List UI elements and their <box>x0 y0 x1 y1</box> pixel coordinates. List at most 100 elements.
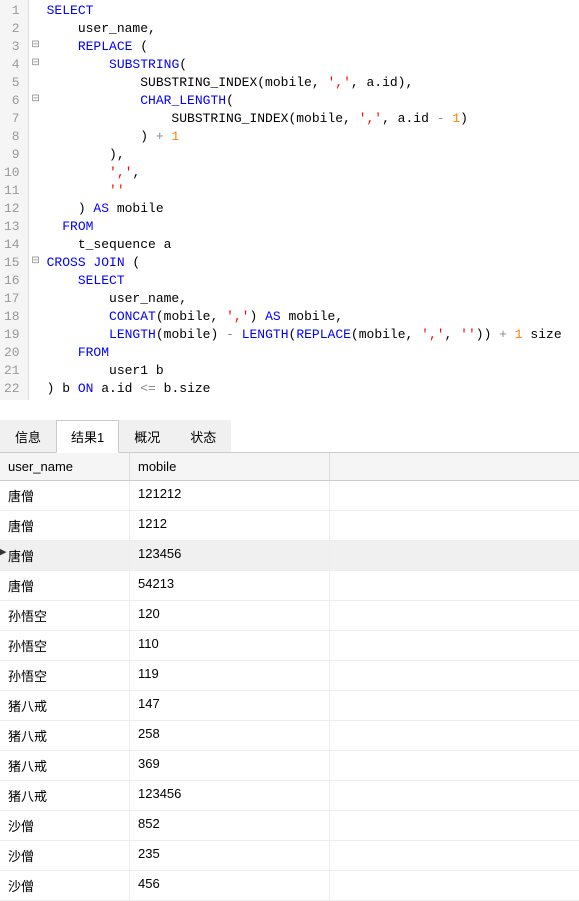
table-row[interactable]: 孙悟空120 <box>0 601 579 631</box>
cell-mobile[interactable]: 369 <box>130 751 330 780</box>
tab-info[interactable]: 信息 <box>0 420 56 452</box>
code-editor[interactable]: 12345678910111213141516171819202122 ⊟⊟⊟⊟… <box>0 0 579 400</box>
fold-icon <box>29 270 43 288</box>
cell-user_name[interactable]: 唐僧 <box>0 481 130 510</box>
tab-result1[interactable]: 结果1 <box>56 420 119 453</box>
cell-mobile[interactable]: 123456 <box>130 541 330 570</box>
table-row[interactable]: 唐僧1212 <box>0 511 579 541</box>
line-gutter: 12345678910111213141516171819202122 <box>0 0 29 400</box>
line-number: 4 <box>4 56 20 74</box>
table-row[interactable]: 孙悟空110 <box>0 631 579 661</box>
fold-icon <box>29 162 43 180</box>
table-row[interactable]: 唐僧54213 <box>0 571 579 601</box>
fold-icon <box>29 378 43 396</box>
cell-mobile[interactable]: 110 <box>130 631 330 660</box>
line-number: 17 <box>4 290 20 308</box>
fold-icon[interactable]: ⊟ <box>29 90 43 108</box>
table-row[interactable]: 沙僧852 <box>0 811 579 841</box>
fold-icon <box>29 198 43 216</box>
cell-user_name[interactable]: 孙悟空 <box>0 631 130 660</box>
table-row[interactable]: 沙僧456 <box>0 871 579 901</box>
fold-icon <box>29 234 43 252</box>
tab-status[interactable]: 状态 <box>175 420 231 452</box>
code-line[interactable]: ) b ON a.id <= b.size <box>47 380 575 398</box>
fold-icon <box>29 108 43 126</box>
cell-user_name[interactable]: 沙僧 <box>0 871 130 900</box>
code-line[interactable]: ), <box>47 146 575 164</box>
code-line[interactable]: user_name, <box>47 20 575 38</box>
table-row[interactable]: 沙僧235 <box>0 841 579 871</box>
fold-icon[interactable]: ⊟ <box>29 36 43 54</box>
line-number: 21 <box>4 362 20 380</box>
cell-user_name[interactable]: 猪八戒 <box>0 751 130 780</box>
line-number: 10 <box>4 164 20 182</box>
code-line[interactable]: ',', <box>47 164 575 182</box>
code-line[interactable]: SUBSTRING_INDEX(mobile, ',', a.id), <box>47 74 575 92</box>
table-row[interactable]: 猪八戒147 <box>0 691 579 721</box>
line-number: 2 <box>4 20 20 38</box>
tab-profile[interactable]: 概况 <box>119 420 175 452</box>
table-row[interactable]: 猪八戒123456 <box>0 781 579 811</box>
code-line[interactable]: ) AS mobile <box>47 200 575 218</box>
fold-icon[interactable]: ⊟ <box>29 54 43 72</box>
code-line[interactable]: '' <box>47 182 575 200</box>
cell-user_name[interactable]: 猪八戒 <box>0 691 130 720</box>
line-number: 3 <box>4 38 20 56</box>
cell-mobile[interactable]: 456 <box>130 871 330 900</box>
fold-icon <box>29 306 43 324</box>
code-line[interactable]: t_sequence a <box>47 236 575 254</box>
cell-mobile[interactable]: 121212 <box>130 481 330 510</box>
code-line[interactable]: CONCAT(mobile, ',') AS mobile, <box>47 308 575 326</box>
cell-mobile[interactable]: 120 <box>130 601 330 630</box>
cell-user_name[interactable]: 孙悟空 <box>0 661 130 690</box>
line-number: 22 <box>4 380 20 398</box>
line-number: 15 <box>4 254 20 272</box>
table-row[interactable]: 唐僧121212 <box>0 481 579 511</box>
cell-user_name[interactable]: 唐僧 <box>0 511 130 540</box>
code-line[interactable]: user1 b <box>47 362 575 380</box>
cell-user_name[interactable]: 唐僧 <box>0 571 130 600</box>
table-row[interactable]: 孙悟空119 <box>0 661 579 691</box>
fold-icon <box>29 216 43 234</box>
code-line[interactable]: SUBSTRING_INDEX(mobile, ',', a.id - 1) <box>47 110 575 128</box>
code-line[interactable]: REPLACE ( <box>47 38 575 56</box>
cell-mobile[interactable]: 1212 <box>130 511 330 540</box>
code-line[interactable]: ) + 1 <box>47 128 575 146</box>
cell-mobile[interactable]: 54213 <box>130 571 330 600</box>
code-area[interactable]: SELECT user_name, REPLACE ( SUBSTRING( S… <box>43 0 579 400</box>
fold-icon <box>29 18 43 36</box>
table-row[interactable]: 猪八戒258 <box>0 721 579 751</box>
code-line[interactable]: CROSS JOIN ( <box>47 254 575 272</box>
cell-mobile[interactable]: 147 <box>130 691 330 720</box>
table-row[interactable]: ▶唐僧123456 <box>0 541 579 571</box>
code-line[interactable]: LENGTH(mobile) - LENGTH(REPLACE(mobile, … <box>47 326 575 344</box>
cell-mobile[interactable]: 852 <box>130 811 330 840</box>
code-line[interactable]: FROM <box>47 344 575 362</box>
code-line[interactable]: FROM <box>47 218 575 236</box>
cell-user_name[interactable]: 猪八戒 <box>0 781 130 810</box>
code-line[interactable]: SUBSTRING( <box>47 56 575 74</box>
code-line[interactable]: SELECT <box>47 272 575 290</box>
column-header-user_name[interactable]: user_name <box>0 453 130 480</box>
fold-column: ⊟⊟⊟⊟ <box>29 0 43 400</box>
fold-icon[interactable]: ⊟ <box>29 252 43 270</box>
line-number: 6 <box>4 92 20 110</box>
cell-mobile[interactable]: 119 <box>130 661 330 690</box>
code-line[interactable]: CHAR_LENGTH( <box>47 92 575 110</box>
line-number: 12 <box>4 200 20 218</box>
cell-mobile[interactable]: 123456 <box>130 781 330 810</box>
cell-user_name[interactable]: 孙悟空 <box>0 601 130 630</box>
line-number: 20 <box>4 344 20 362</box>
table-row[interactable]: 猪八戒369 <box>0 751 579 781</box>
cell-mobile[interactable]: 235 <box>130 841 330 870</box>
column-header-mobile[interactable]: mobile <box>130 453 330 480</box>
fold-icon <box>29 144 43 162</box>
cell-user_name[interactable]: 沙僧 <box>0 811 130 840</box>
line-number: 19 <box>4 326 20 344</box>
cell-user_name[interactable]: 唐僧 <box>0 541 130 570</box>
cell-user_name[interactable]: 沙僧 <box>0 841 130 870</box>
code-line[interactable]: user_name, <box>47 290 575 308</box>
code-line[interactable]: SELECT <box>47 2 575 20</box>
grid-header: user_name mobile <box>0 453 579 481</box>
line-number: 7 <box>4 110 20 128</box>
